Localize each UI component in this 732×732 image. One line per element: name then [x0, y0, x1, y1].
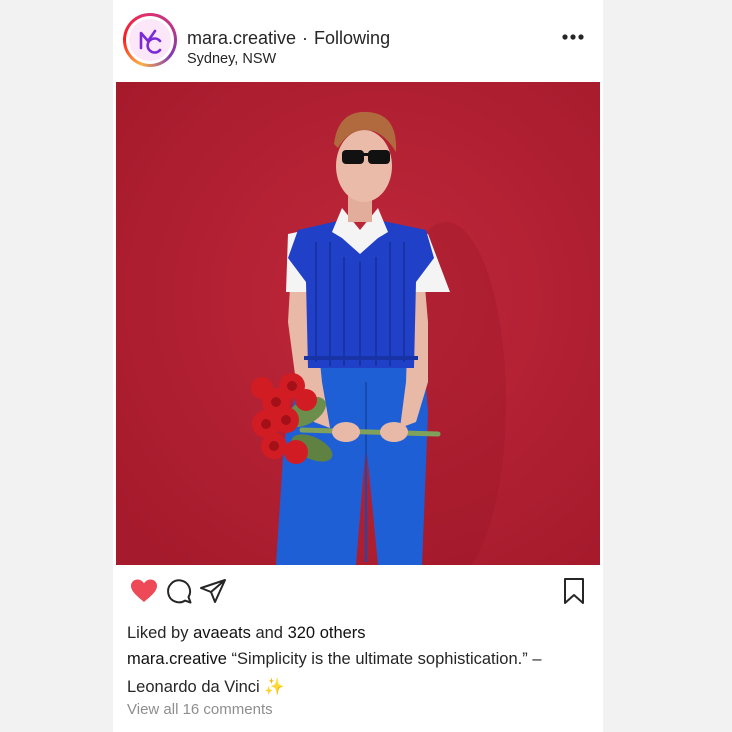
- like-button[interactable]: [129, 576, 159, 606]
- post-card: mara.creative · Following Sydney, NSW Li…: [113, 0, 603, 732]
- post-username[interactable]: mara.creative: [187, 28, 296, 48]
- post-caption: mara.creative “Simplicity is the ultimat…: [127, 645, 557, 701]
- post-photo[interactable]: [116, 82, 600, 565]
- comment-button[interactable]: [164, 576, 194, 606]
- save-button[interactable]: [559, 576, 589, 606]
- liked-by-user[interactable]: avaeats: [193, 624, 251, 642]
- likes-joiner: and: [255, 624, 283, 642]
- likes-count[interactable]: 320 others: [288, 624, 366, 642]
- likes-summary: Liked by avaeats and 320 others: [127, 623, 366, 643]
- post-location[interactable]: Sydney, NSW: [187, 50, 276, 68]
- profile-avatar[interactable]: [123, 13, 177, 67]
- share-icon: [200, 579, 226, 603]
- mc-logo-icon: [129, 19, 171, 61]
- view-all-comments-link[interactable]: View all 16 comments: [127, 700, 273, 720]
- likes-prefix: Liked by: [127, 624, 189, 642]
- separator-dot: ·: [302, 28, 309, 48]
- bookmark-icon: [564, 578, 584, 604]
- caption-username[interactable]: mara.creative: [127, 650, 227, 668]
- more-options-icon[interactable]: [559, 22, 587, 52]
- post-photo-illustration: [116, 82, 600, 565]
- comment-icon: [167, 579, 192, 604]
- post-header-title: mara.creative · Following: [187, 28, 390, 48]
- share-button[interactable]: [198, 576, 228, 606]
- heart-icon: [131, 579, 157, 602]
- following-button[interactable]: Following: [314, 28, 390, 48]
